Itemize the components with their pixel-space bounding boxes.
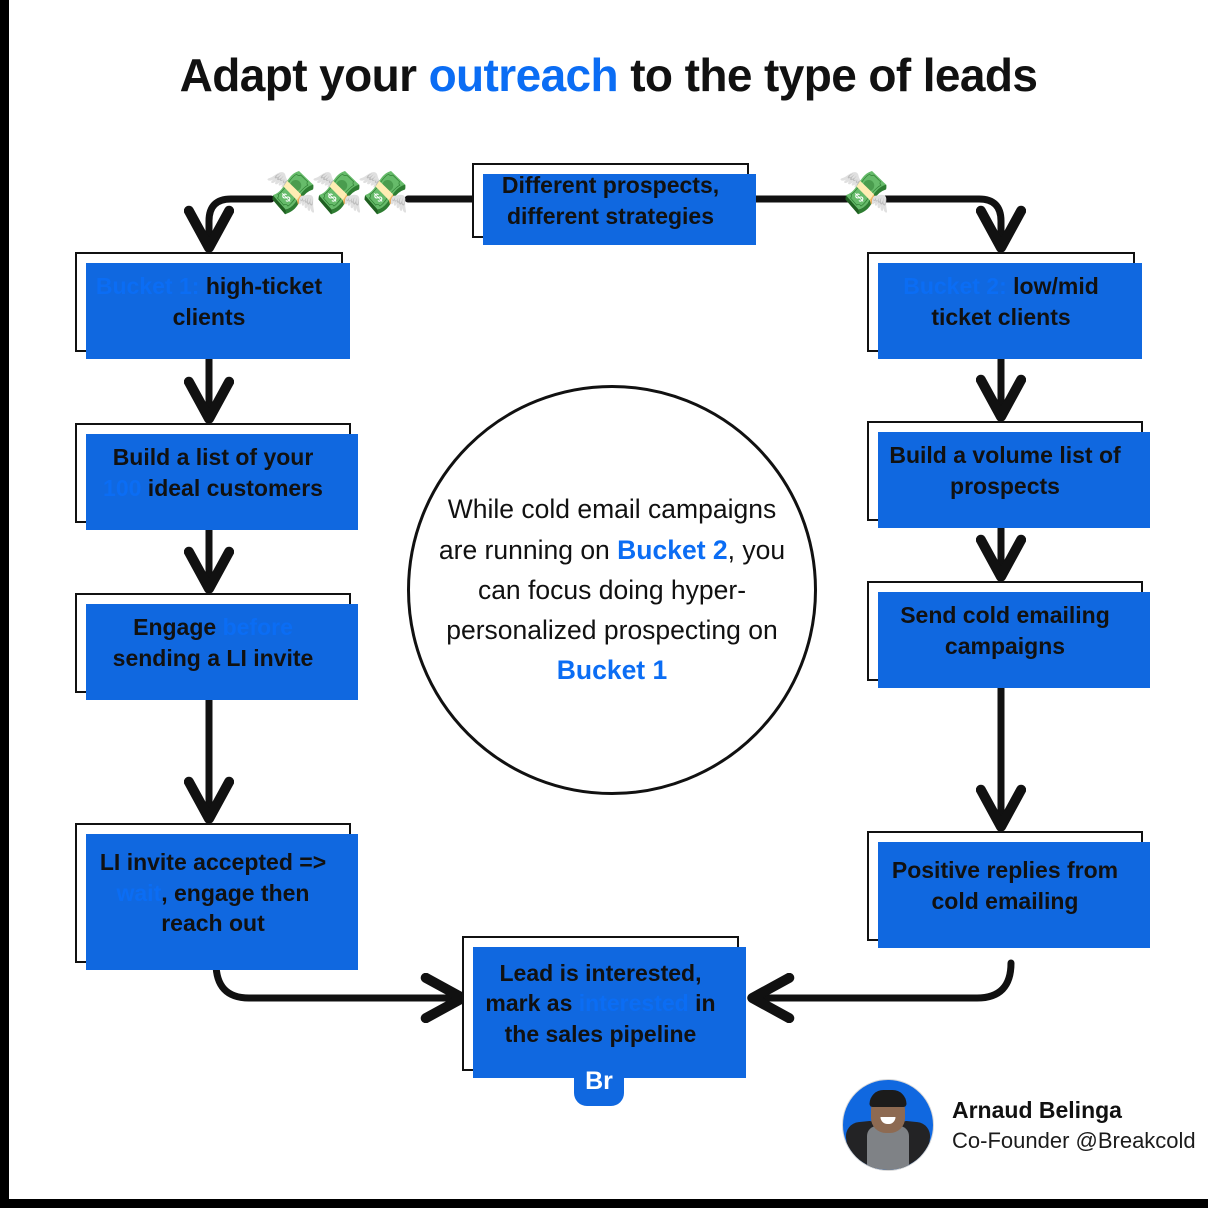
- bucket-label: Bucket 2:: [903, 273, 1007, 300]
- line-1: Send cold emailing: [900, 602, 1110, 629]
- node-build-ideal-list[interactable]: Build a list of your 100 ideal customers: [75, 423, 358, 530]
- money-with-wings-icon-3: 💸: [357, 169, 410, 216]
- node-text: Bucket 2: low/mid ticket clients: [903, 271, 1099, 332]
- line-1-rest: low/mid: [1006, 273, 1099, 300]
- node-text: Build a list of your 100 ideal customers: [103, 442, 323, 503]
- line-2-highlight: interested: [578, 990, 689, 1017]
- line-1-rest: high-ticket: [199, 273, 323, 300]
- breakcold-logo-icon: Br: [574, 1056, 624, 1106]
- line-2-rest: ideal customers: [141, 475, 323, 501]
- line-2: ticket clients: [931, 304, 1071, 330]
- node-text: LI invite accepted => wait, engage then …: [100, 847, 326, 939]
- avatar-hair: [869, 1090, 907, 1107]
- title-suffix: to the type of leads: [618, 49, 1038, 101]
- money-with-wings-icon-1: 💸: [265, 169, 318, 216]
- line-1: LI invite accepted =>: [99, 849, 327, 876]
- node-li-invite-accepted[interactable]: LI invite accepted => wait, engage then …: [75, 823, 358, 970]
- line-1-pre: Engage: [133, 614, 223, 641]
- count-value: 100: [103, 475, 142, 501]
- title-prefix: Adapt your: [179, 49, 429, 101]
- infographic-canvas: Adapt your outreach to the type of leads: [0, 0, 1208, 1208]
- node-text: Positive replies from cold emailing: [892, 855, 1118, 916]
- author-name: Arnaud Belinga: [952, 1097, 1122, 1124]
- node-text: Different prospects, different strategie…: [502, 170, 719, 231]
- node-engage-before-invite[interactable]: Engage before sending a LI invite: [75, 593, 358, 700]
- line-2: clients: [172, 304, 246, 330]
- line-2: sending a LI invite: [112, 645, 314, 671]
- node-text: Send cold emailing campaigns: [900, 600, 1110, 661]
- line-2-highlight: wait: [116, 879, 162, 906]
- line-1: Different prospects,: [501, 171, 720, 198]
- node-build-volume-list[interactable]: Build a volume list of prospects: [867, 421, 1150, 528]
- author-signature: Arnaud Belinga Co-Founder @Breakcold: [842, 1079, 1196, 1171]
- line-1: Build a volume list of: [889, 442, 1121, 469]
- author-role: Co-Founder @Breakcold: [952, 1127, 1196, 1153]
- avatar: [842, 1079, 934, 1171]
- line-2: cold emailing: [931, 888, 1079, 914]
- node-different-prospects[interactable]: Different prospects, different strategie…: [472, 163, 756, 245]
- node-positive-replies[interactable]: Positive replies from cold emailing: [867, 831, 1150, 948]
- node-bucket-1[interactable]: Bucket 1: high-ticket clients: [75, 252, 350, 359]
- author-text-block: Arnaud Belinga Co-Founder @Breakcold: [952, 1095, 1196, 1154]
- line-2-post: in: [688, 990, 716, 1017]
- node-lead-interested[interactable]: Lead is interested, mark as interested i…: [462, 936, 746, 1078]
- line-3: reach out: [161, 910, 265, 937]
- line-3: the sales pipeline: [504, 1020, 697, 1047]
- node-bucket-2[interactable]: Bucket 2: low/mid ticket clients: [867, 252, 1142, 359]
- line-1: Build a list of your: [112, 444, 314, 471]
- line-1: Positive replies from: [891, 857, 1119, 884]
- line-2-rest: , engage then: [161, 879, 310, 906]
- bucket-label: Bucket 1:: [95, 273, 200, 300]
- node-text: Lead is interested, mark as interested i…: [485, 958, 715, 1050]
- line-1-highlight: before: [222, 614, 293, 641]
- line-2: prospects: [950, 473, 1060, 499]
- title-highlight: outreach: [428, 49, 619, 101]
- note-bucket-2: Bucket 2: [617, 534, 728, 565]
- line-2-pre: mark as: [485, 990, 579, 1017]
- note-bucket-1: Bucket 1: [556, 655, 668, 686]
- node-text: Engage before sending a LI invite: [113, 612, 314, 673]
- node-send-cold-campaigns[interactable]: Send cold emailing campaigns: [867, 581, 1150, 688]
- line-2: campaigns: [944, 633, 1066, 659]
- center-note-text: While cold email campaigns are running o…: [432, 489, 792, 690]
- line-2: different strategies: [506, 202, 715, 229]
- node-text: Bucket 1: high-ticket clients: [96, 271, 322, 332]
- center-note-circle: While cold email campaigns are running o…: [407, 385, 817, 795]
- money-with-wings-icon-2: 💸: [311, 169, 364, 216]
- node-text: Build a volume list of prospects: [889, 440, 1120, 501]
- money-with-wings-icon-4: 💸: [838, 169, 891, 216]
- line-1: Lead is interested,: [499, 959, 702, 986]
- page-title: Adapt your outreach to the type of leads: [9, 48, 1208, 102]
